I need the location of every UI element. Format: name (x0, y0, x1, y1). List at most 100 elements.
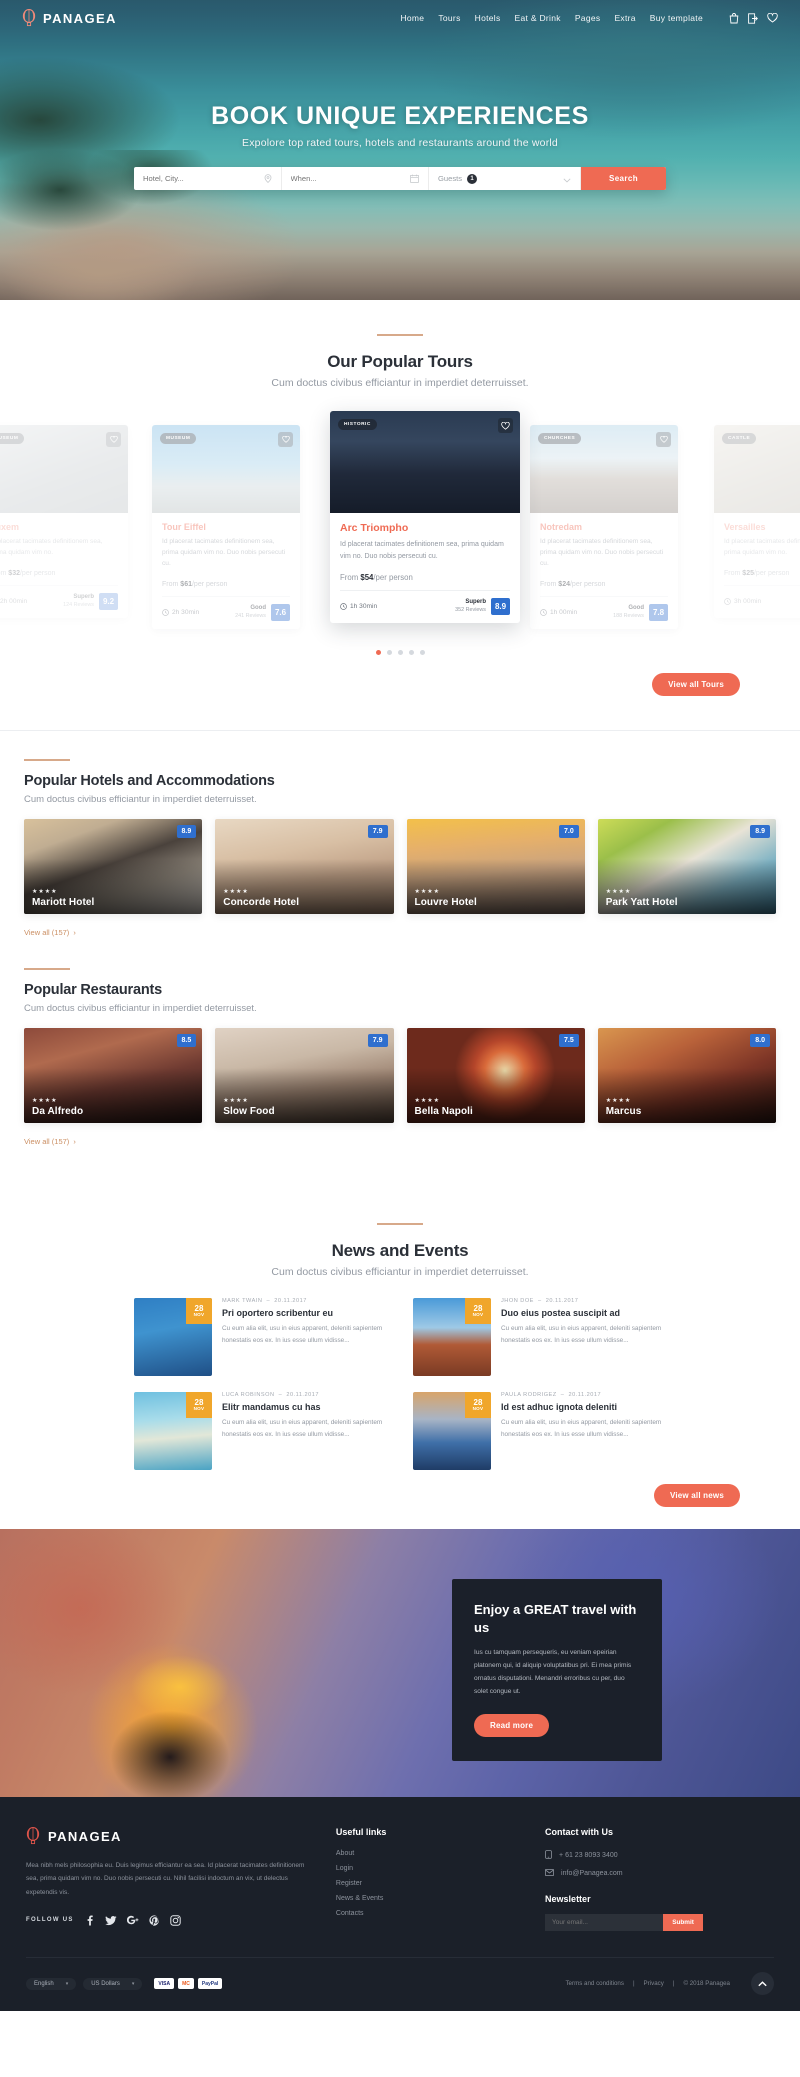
tour-description: Id placerat tacimates definitionem sea, … (162, 538, 286, 567)
news-item-text: Cu eum alia elit, usu in eius apparent, … (222, 1419, 383, 1438)
newsletter-email-input[interactable] (545, 1914, 664, 1931)
favorite-heart-icon[interactable] (656, 432, 671, 447)
tour-card[interactable]: MUSEUM Luxem Id placerat tacimates defin… (0, 425, 128, 618)
news-item[interactable]: 28 NOV LUCA ROBINSON – 20.11.2017 Elitr … (134, 1392, 387, 1470)
chevron-down-icon: ▾ (131, 1980, 135, 1987)
restaurant-card[interactable]: 8.0 ★★★★ Marcus (597, 1028, 776, 1123)
privacy-link[interactable]: Privacy (644, 1980, 664, 1987)
search-button[interactable]: Search (581, 167, 666, 190)
news-item-title[interactable]: Duo eius postea suscipit ad (501, 1308, 666, 1318)
when-field[interactable] (282, 167, 429, 190)
nav-item-tours[interactable]: Tours (438, 13, 460, 23)
tours-carousel[interactable]: MUSEUM Luxem Id placerat tacimates defin… (0, 407, 800, 642)
instagram-icon[interactable] (170, 1915, 181, 1926)
news-item-title[interactable]: Id est adhuc ignota deleniti (501, 1402, 666, 1412)
tour-card[interactable]: CASTLE Versailles Id placerat tacimates … (714, 425, 800, 618)
cta-read-more-button[interactable]: Read more (474, 1714, 550, 1738)
footer-brand-name: PANAGEA (48, 1828, 122, 1844)
news-item[interactable]: 28 NOV MARK TWAIN – 20.11.2017 Pri oport… (134, 1298, 387, 1376)
footer-link-login[interactable]: Login (336, 1865, 519, 1872)
tour-description: Id placerat tacimates definitionem sea, … (0, 538, 103, 556)
carousel-dot-5[interactable] (419, 650, 425, 655)
footer-link-news-events[interactable]: News & Events (336, 1895, 519, 1902)
tour-rating-text: Superb 124 Reviews (63, 594, 94, 608)
footer-link-register[interactable]: Register (336, 1880, 519, 1887)
restaurants-view-all-link[interactable]: View all (157) › (24, 1137, 76, 1146)
hotel-card[interactable]: 8.9 ★★★★ Mariott Hotel (24, 819, 203, 914)
balloon-icon (22, 9, 36, 27)
news-body: LUCA ROBINSON – 20.11.2017 Elitr mandamu… (222, 1392, 387, 1470)
heart-icon[interactable] (767, 13, 778, 23)
favorite-heart-icon[interactable] (498, 418, 513, 433)
hero-subtitle: Expolore top rated tours, hotels and res… (242, 137, 558, 149)
tour-footer: 1h 30min Superb 352 Reviews 8.9 (340, 590, 510, 616)
news-author: JHON DOE (501, 1298, 534, 1304)
news-item-title[interactable]: Pri oportero scribentur eu (222, 1308, 387, 1318)
google-plus-icon[interactable] (126, 1915, 139, 1926)
tour-score-badge: 9.2 (99, 593, 118, 610)
cart-icon[interactable] (729, 12, 739, 24)
when-input[interactable] (290, 174, 406, 183)
tour-score-badge: 7.8 (649, 603, 668, 621)
restaurant-meta: ★★★★ Bella Napoli (415, 1097, 473, 1117)
brand-logo[interactable]: PANAGEA (22, 9, 117, 27)
language-selector[interactable]: English ▾ (26, 1977, 77, 1990)
news-meta: PAULA RODRIGEZ – 20.11.2017 (501, 1392, 602, 1398)
nav-item-home[interactable]: Home (400, 13, 424, 23)
view-all-news-button[interactable]: View all news (653, 1484, 740, 1507)
footer-useful-links-column: Useful links About Login Register News &… (336, 1827, 519, 1931)
carousel-dot-3[interactable] (397, 650, 403, 655)
twitter-icon[interactable] (105, 1915, 117, 1926)
footer-link-contacts[interactable]: Contacts (336, 1910, 519, 1917)
nav-item-eat-drink[interactable]: Eat & Drink (515, 13, 561, 23)
hotels-view-all-link[interactable]: View all (157) › (24, 928, 76, 937)
nav-item-pages[interactable]: Pages (575, 13, 601, 23)
tour-rating-word: Good (628, 605, 644, 611)
view-all-tours-button[interactable]: View all Tours (652, 673, 740, 696)
hotel-card[interactable]: 8.9 ★★★★ Park Yatt Hotel (597, 819, 776, 914)
footer-contact-column: Contact with Us + 61 23 8093 3400 info@P… (545, 1827, 774, 1931)
pinterest-icon[interactable] (149, 1915, 160, 1926)
newsletter-submit-button[interactable]: Submit (663, 1914, 704, 1931)
tour-card[interactable]: CHURCHES Notredam Id placerat tacimates … (530, 425, 678, 629)
tour-price-from: From (0, 570, 7, 577)
news-item[interactable]: 28 NOV JHON DOE – 20.11.2017 Duo eius po… (413, 1298, 666, 1376)
currency-selector[interactable]: US Dollars ▾ (83, 1977, 143, 1990)
contact-email-row: info@Panagea.com (545, 1869, 774, 1878)
contact-email[interactable]: info@Panagea.com (561, 1870, 623, 1877)
nav-item-extra[interactable]: Extra (614, 13, 635, 23)
news-item[interactable]: 28 NOV PAULA RODRIGEZ – 20.11.2017 Id es… (413, 1392, 666, 1470)
favorite-heart-icon[interactable] (106, 432, 121, 447)
tour-card-active[interactable]: HISTORIC Arc Triompho Id placerat tacima… (330, 411, 520, 624)
back-to-top-button[interactable] (751, 1972, 774, 1995)
footer-link-about[interactable]: About (336, 1850, 519, 1857)
guests-field[interactable]: Guests 1 (429, 167, 581, 190)
restaurants-section: Popular Restaurants Cum doctus civibus e… (0, 940, 800, 1149)
restaurant-score-badge: 7.9 (367, 1034, 388, 1047)
favorite-heart-icon[interactable] (278, 432, 293, 447)
terms-link[interactable]: Terms and conditions (565, 1980, 623, 1987)
facebook-icon[interactable] (84, 1915, 95, 1926)
footer-brand[interactable]: PANAGEA (26, 1827, 310, 1845)
hotel-card[interactable]: 7.9 ★★★★ Concorde Hotel (215, 819, 394, 914)
restaurants-heading: Popular Restaurants Cum doctus civibus e… (24, 940, 776, 1014)
contact-phone[interactable]: + 61 23 8093 3400 (559, 1852, 618, 1859)
carousel-dot-4[interactable] (408, 650, 414, 655)
restaurant-card[interactable]: 8.5 ★★★★ Da Alfredo (24, 1028, 203, 1123)
login-icon[interactable] (748, 12, 758, 24)
tour-card[interactable]: MUSEUM Tour Eiffel Id placerat tacimates… (152, 425, 300, 629)
destination-field[interactable] (134, 167, 282, 190)
news-body: JHON DOE – 20.11.2017 Duo eius postea su… (501, 1298, 666, 1376)
restaurant-card[interactable]: 7.5 ★★★★ Bella Napoli (406, 1028, 585, 1123)
carousel-dot-1[interactable] (375, 650, 381, 655)
nav-item-buy-template[interactable]: Buy template (650, 13, 703, 23)
hotel-meta: ★★★★ Louvre Hotel (415, 888, 477, 908)
destination-input[interactable] (143, 174, 260, 183)
hotel-card[interactable]: 7.0 ★★★★ Louvre Hotel (406, 819, 585, 914)
restaurant-card[interactable]: 7.9 ★★★★ Slow Food (215, 1028, 394, 1123)
carousel-dot-2[interactable] (386, 650, 392, 655)
news-item-title[interactable]: Elitr mandamus cu has (222, 1402, 387, 1412)
restaurant-stars: ★★★★ (223, 1098, 249, 1104)
nav-item-hotels[interactable]: Hotels (475, 13, 501, 23)
tour-rating-reviews: 188 Reviews (613, 612, 644, 619)
